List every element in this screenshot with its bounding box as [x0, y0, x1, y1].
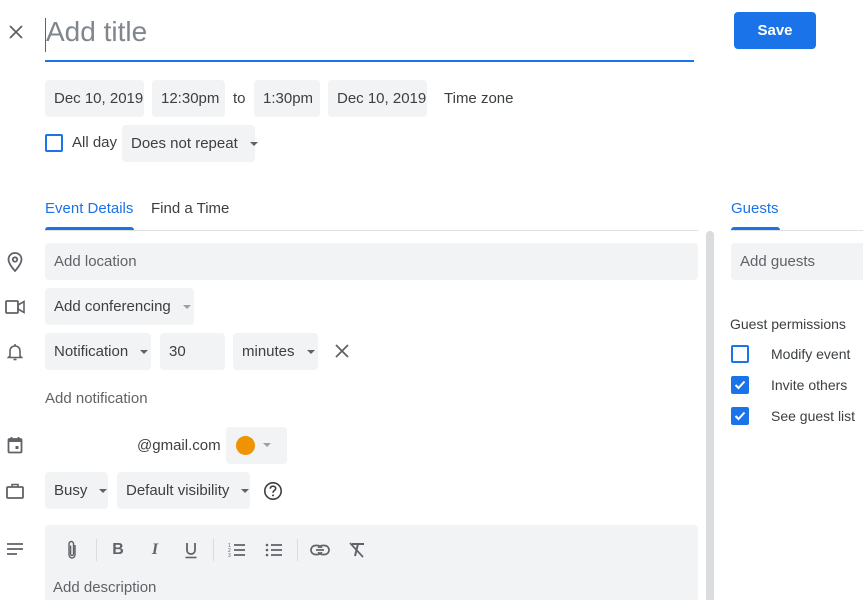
guests-tabs-divider	[731, 230, 863, 231]
end-date-button[interactable]: Dec 10, 2019	[328, 80, 427, 117]
calendar-icon	[4, 434, 26, 456]
description-placeholder: Add description	[53, 579, 157, 596]
underline-icon[interactable]	[181, 539, 201, 561]
chevron-down-icon	[99, 488, 108, 493]
end-time-button[interactable]: 1:30pm	[254, 80, 320, 117]
availability-value: Busy	[54, 482, 88, 499]
bell-icon	[4, 341, 26, 363]
invite-others-label: Invite others	[771, 377, 848, 393]
start-time-label: 12:30pm	[161, 90, 220, 107]
attach-icon[interactable]	[62, 538, 82, 562]
start-date-label: Dec 10, 2019	[54, 90, 144, 107]
location-input[interactable]: Add location	[45, 243, 698, 280]
remove-formatting-icon[interactable]	[346, 539, 368, 561]
repeat-value: Does not repeat	[131, 135, 238, 152]
see-guest-list-label: See guest list	[771, 408, 856, 424]
chevron-down-icon	[182, 304, 191, 309]
modify-event-label: Modify event	[771, 346, 851, 362]
video-camera-icon	[4, 296, 26, 318]
add-guests-input[interactable]: Add guests	[731, 243, 863, 280]
remove-notification-icon[interactable]	[331, 340, 353, 362]
description-editor[interactable]: B I 123 Add description	[45, 525, 698, 600]
conferencing-dropdown[interactable]: Add conferencing	[45, 288, 194, 325]
start-date-button[interactable]: Dec 10, 2019	[45, 80, 144, 117]
toolbar-divider	[96, 539, 97, 561]
italic-icon[interactable]: I	[145, 539, 165, 561]
tab-find-a-time-label: Find a Time	[151, 200, 230, 217]
all-day-checkbox[interactable]	[45, 134, 63, 152]
description-icon	[4, 538, 26, 560]
svg-text:3: 3	[228, 553, 231, 558]
chevron-down-icon	[140, 349, 149, 354]
invite-others-checkbox[interactable]	[731, 376, 749, 394]
location-placeholder: Add location	[54, 253, 137, 270]
tab-find-a-time[interactable]: Find a Time	[151, 196, 231, 230]
end-time-label: 1:30pm	[263, 90, 314, 107]
briefcase-icon	[4, 480, 26, 502]
toolbar-divider	[213, 539, 214, 561]
availability-dropdown[interactable]: Busy	[45, 472, 108, 509]
chevron-down-icon	[249, 141, 258, 146]
notification-amount-input[interactable]: 30	[160, 333, 225, 370]
location-pin-icon	[4, 250, 26, 274]
help-icon[interactable]	[262, 480, 284, 502]
calendar-owner-label: @gmail.com	[137, 437, 221, 454]
notification-type-dropdown[interactable]: Notification	[45, 333, 151, 370]
chevron-down-icon	[263, 443, 271, 447]
add-notification-button[interactable]: Add notification	[45, 390, 148, 407]
visibility-value: Default visibility	[126, 482, 230, 499]
modify-event-checkbox[interactable]	[731, 345, 749, 363]
chevron-down-icon	[306, 349, 315, 354]
end-date-label: Dec 10, 2019	[337, 90, 427, 107]
add-guests-placeholder: Add guests	[740, 253, 816, 270]
title-placeholder: Add title	[46, 16, 148, 47]
notification-amount-value: 30	[169, 343, 186, 360]
start-time-button[interactable]: 12:30pm	[152, 80, 225, 117]
close-icon[interactable]	[4, 20, 28, 44]
title-input[interactable]: Add title	[45, 10, 694, 62]
save-button[interactable]: Save	[734, 12, 816, 49]
notification-type-value: Notification	[54, 343, 129, 360]
tab-event-details-label: Event Details	[45, 200, 134, 217]
tab-event-details[interactable]: Event Details	[45, 196, 134, 230]
bold-icon[interactable]: B	[108, 539, 128, 561]
time-zone-button[interactable]: Time zone	[444, 90, 513, 107]
event-color-dropdown[interactable]	[226, 427, 287, 464]
event-color-swatch	[236, 436, 255, 455]
toolbar-divider	[297, 539, 298, 561]
check-icon	[734, 411, 746, 421]
visibility-dropdown[interactable]: Default visibility	[117, 472, 250, 509]
tab-guests-label: Guests	[731, 200, 779, 217]
save-label: Save	[757, 22, 793, 39]
guest-permissions-title: Guest permissions	[730, 316, 846, 332]
tab-guests[interactable]: Guests	[731, 196, 781, 230]
numbered-list-icon[interactable]: 123	[226, 539, 248, 561]
time-separator: to	[233, 90, 246, 107]
link-icon[interactable]	[309, 539, 331, 561]
repeat-dropdown[interactable]: Does not repeat	[122, 125, 258, 162]
notification-unit-value: minutes	[242, 343, 295, 360]
chevron-down-icon	[241, 488, 250, 493]
conferencing-label: Add conferencing	[54, 298, 171, 315]
details-scrollbar[interactable]	[706, 231, 714, 600]
see-guest-list-checkbox[interactable]	[731, 407, 749, 425]
notification-unit-dropdown[interactable]: minutes	[233, 333, 318, 370]
check-icon	[734, 380, 746, 390]
all-day-label: All day	[72, 134, 118, 151]
bulleted-list-icon[interactable]	[263, 539, 285, 561]
tabs-divider	[45, 230, 698, 231]
